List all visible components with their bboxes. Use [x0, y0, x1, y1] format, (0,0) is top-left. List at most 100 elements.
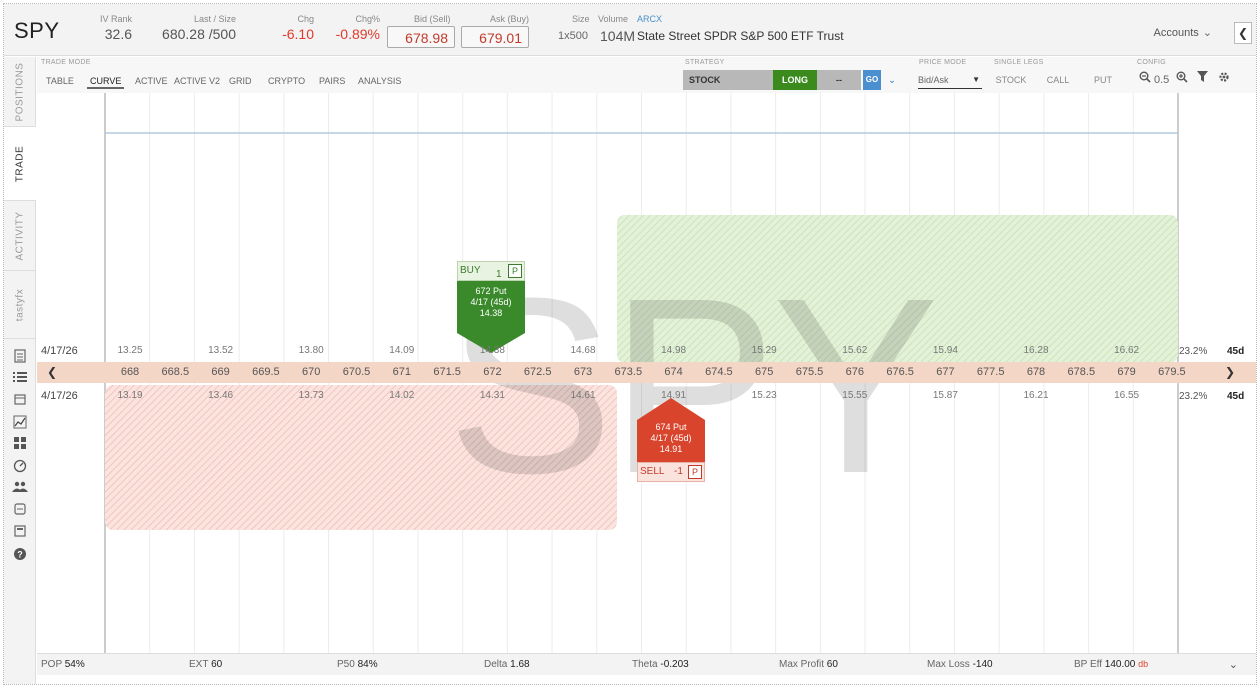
bid-price-button[interactable]: 678.98	[387, 26, 455, 48]
stat-delta: Delta 1.68	[484, 659, 530, 670]
direction-neutral-button[interactable]: --	[817, 70, 861, 90]
strike-676.5[interactable]: 676.5	[884, 366, 916, 378]
chevron-left-icon[interactable]: ❮	[47, 365, 57, 379]
strike-671[interactable]: 671	[390, 366, 413, 378]
archive-icon[interactable]	[12, 503, 28, 519]
put-price-upper[interactable]: 15.94	[933, 345, 958, 356]
tab-activity[interactable]: ACTIVITY	[4, 201, 36, 271]
price-mode-select[interactable]: Bid/Ask ▼	[918, 71, 982, 89]
accounts-dropdown[interactable]: Accounts ⌄	[1154, 26, 1212, 39]
strike-673[interactable]: 673	[571, 366, 595, 378]
put-price-upper[interactable]: 15.62	[842, 345, 867, 356]
strike-671.5[interactable]: 671.5	[431, 366, 463, 378]
mode-table[interactable]: TABLE	[43, 73, 77, 89]
put-price-lower[interactable]: 15.23	[752, 390, 777, 401]
strike-675[interactable]: 675	[753, 366, 776, 378]
strategy-select[interactable]: STOCK	[683, 70, 773, 90]
strike-678.5[interactable]: 678.5	[1065, 366, 1098, 378]
chevron-left-icon[interactable]: ❮	[1234, 22, 1252, 44]
calculator-icon[interactable]	[12, 525, 28, 541]
put-price-upper[interactable]: 14.09	[389, 345, 414, 356]
put-price-lower[interactable]: 16.21	[1023, 390, 1048, 401]
strike-675.5[interactable]: 675.5	[793, 366, 826, 378]
strike-670.5[interactable]: 670.5	[340, 366, 373, 378]
chevron-down-icon[interactable]: ⌄	[1229, 658, 1238, 671]
put-price-upper[interactable]: 16.62	[1114, 345, 1139, 356]
put-price-lower[interactable]: 15.87	[933, 390, 958, 401]
mode-curve[interactable]: CURVE	[87, 73, 125, 89]
strike-668[interactable]: 668	[118, 366, 142, 378]
mode-grid[interactable]: GRID	[226, 73, 255, 89]
strike-669[interactable]: 669	[209, 366, 232, 378]
strike-669.5[interactable]: 669.5	[250, 366, 282, 378]
put-price-upper[interactable]: 15.29	[752, 345, 777, 356]
strike-674[interactable]: 674	[662, 366, 685, 378]
gear-icon[interactable]	[1218, 71, 1230, 89]
grid-icon[interactable]	[12, 437, 28, 453]
chevron-down-icon[interactable]: ⌄	[885, 70, 899, 90]
put-price-lower[interactable]: 14.02	[389, 390, 414, 401]
mode-crypto[interactable]: CRYPTO	[265, 73, 308, 89]
svg-text:?: ?	[17, 550, 23, 560]
iv-lower: 23.2%	[1179, 391, 1208, 402]
leg-put-button[interactable]: PUT	[1088, 71, 1118, 89]
put-price-upper[interactable]: 16.28	[1023, 345, 1048, 356]
put-price-lower[interactable]: 13.46	[208, 390, 233, 401]
strike-679.5[interactable]: 679.5	[1156, 366, 1188, 378]
buy-leg-price: 14.38	[479, 308, 503, 318]
list-icon[interactable]	[12, 371, 28, 387]
put-price-upper[interactable]: 13.52	[208, 345, 233, 356]
sell-order-tag[interactable]: 674 Put 4/17 (45d) 14.91 SELL -1 P	[637, 398, 705, 482]
symbol[interactable]: SPY	[14, 18, 60, 44]
put-type-badge[interactable]: P	[508, 264, 522, 278]
strike-673.5[interactable]: 673.5	[612, 366, 645, 378]
put-price-upper[interactable]: 13.25	[117, 345, 142, 356]
chevron-right-icon[interactable]: ❯	[1225, 365, 1235, 379]
put-price-lower[interactable]: 14.61	[570, 390, 595, 401]
zoom-in-icon[interactable]	[1176, 71, 1188, 89]
users-icon[interactable]	[12, 481, 28, 497]
filter-icon[interactable]	[1197, 71, 1208, 89]
chart-icon[interactable]	[12, 415, 28, 431]
put-price-upper[interactable]: 14.38	[480, 345, 505, 356]
calendar-icon[interactable]	[12, 393, 28, 409]
tab-positions[interactable]: POSITIONS	[4, 57, 36, 127]
document-icon[interactable]	[12, 349, 28, 365]
strike-677[interactable]: 677	[934, 366, 957, 378]
zoom-out-icon[interactable]	[1139, 71, 1151, 89]
put-price-lower[interactable]: 15.55	[842, 390, 867, 401]
mode-active[interactable]: ACTIVE	[132, 73, 171, 89]
strike-668.5[interactable]: 668.5	[159, 366, 192, 378]
leg-call-button[interactable]: CALL	[1040, 71, 1076, 89]
strike-676[interactable]: 676	[843, 366, 866, 378]
put-price-lower[interactable]: 16.55	[1114, 390, 1139, 401]
strike-672.5[interactable]: 672.5	[521, 366, 554, 378]
put-type-badge[interactable]: P	[688, 465, 702, 479]
put-price-lower[interactable]: 13.19	[117, 390, 142, 401]
mode-active-v2[interactable]: ACTIVE V2	[171, 73, 223, 89]
leg-stock-button[interactable]: STOCK	[993, 71, 1029, 89]
put-price-lower[interactable]: 14.31	[480, 390, 505, 401]
tab-tastyfx[interactable]: tastyfx	[4, 271, 36, 339]
put-price-upper[interactable]: 14.98	[661, 345, 686, 356]
strike-670[interactable]: 670	[300, 366, 323, 378]
mode-pairs[interactable]: PAIRS	[316, 73, 348, 89]
ask-price-button[interactable]: 679.01	[461, 26, 529, 48]
mode-analysis[interactable]: ANALYSIS	[355, 73, 404, 89]
put-price-upper[interactable]: 14.68	[570, 345, 595, 356]
go-button[interactable]: GO	[863, 70, 881, 90]
dte-lower: 45d	[1227, 391, 1245, 402]
buy-order-tag[interactable]: BUY 1 P 672 Put 4/17 (45d) 14.38	[457, 261, 525, 353]
strike-674.5[interactable]: 674.5	[703, 366, 735, 378]
strike-679[interactable]: 679	[1115, 366, 1138, 378]
strike-677.5[interactable]: 677.5	[974, 366, 1007, 378]
help-icon[interactable]: ?	[12, 547, 28, 563]
tab-trade[interactable]: TRADE	[4, 127, 36, 201]
put-price-lower[interactable]: 14.91	[661, 390, 686, 401]
strike-672[interactable]: 672	[481, 366, 504, 378]
put-price-upper[interactable]: 13.80	[299, 345, 324, 356]
gauge-icon[interactable]	[12, 459, 28, 475]
strike-678[interactable]: 678	[1024, 366, 1048, 378]
direction-long-button[interactable]: LONG	[773, 70, 817, 90]
put-price-lower[interactable]: 13.73	[299, 390, 324, 401]
